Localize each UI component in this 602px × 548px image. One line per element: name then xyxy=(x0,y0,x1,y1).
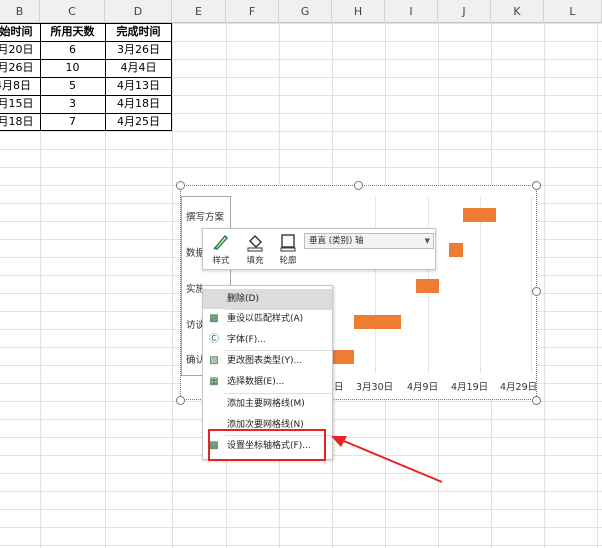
mini-toolbar: 样式 填充 轮廓 垂直 (类别) 轴 ▼ xyxy=(202,228,436,270)
col-header-k[interactable]: K xyxy=(491,0,544,23)
style-label: 样式 xyxy=(212,256,230,266)
spreadsheet-window: B C D E F G H I J K L 始时间 所用天数 完成时间 3月20… xyxy=(0,0,602,548)
x-axis-label: 日 xyxy=(334,382,344,393)
category-label: 撰写方案 xyxy=(186,212,225,223)
selector-value: 垂直 (类别) 轴 xyxy=(309,236,364,246)
resize-handle[interactable] xyxy=(532,181,541,190)
table-cell[interactable]: 4月15日 xyxy=(0,95,40,113)
gantt-bar[interactable] xyxy=(416,279,439,293)
menu-item-select-data[interactable]: ▦ 选择数据(E)... xyxy=(203,372,332,392)
gantt-bar[interactable] xyxy=(333,350,354,364)
menu-item-change-chart-type[interactable]: ▧ 更改图表类型(Y)... xyxy=(203,351,332,371)
menu-item-label: 更改图表类型(Y)... xyxy=(227,356,303,366)
x-axis-label: 4月19日 xyxy=(451,382,489,393)
gantt-bar[interactable] xyxy=(449,243,463,257)
menu-item-add-major-gridlines[interactable]: 添加主要网格线(M) xyxy=(203,394,332,414)
table-cell[interactable]: 4月18日 xyxy=(0,113,40,131)
menu-item-label: 字体(F)... xyxy=(227,335,266,345)
outline-button[interactable]: 轮廓 xyxy=(273,232,303,268)
col-header-c[interactable]: C xyxy=(40,0,105,23)
x-axis-label: 3月30日 xyxy=(356,382,394,393)
table-cell[interactable]: 3月26日 xyxy=(0,59,40,77)
x-axis-label: 4月29日 xyxy=(500,382,538,393)
table-cell[interactable]: 3 xyxy=(40,95,105,113)
col-header-g[interactable]: G xyxy=(279,0,332,23)
chart-type-icon: ▧ xyxy=(209,355,219,366)
gantt-bar[interactable] xyxy=(354,315,401,329)
fill-label: 填充 xyxy=(246,256,264,266)
font-icon: Ⓒ xyxy=(209,334,219,345)
table-cell[interactable]: 4月25日 xyxy=(105,113,172,131)
table-cell[interactable]: 6 xyxy=(40,41,105,59)
col-header-e[interactable]: E xyxy=(172,0,226,23)
col-header-l[interactable]: L xyxy=(544,0,602,23)
table-cell[interactable]: 4月8日 xyxy=(0,77,40,95)
table-cell[interactable]: 4月4日 xyxy=(105,59,172,77)
resize-handle[interactable] xyxy=(532,396,541,405)
annotation-arrow xyxy=(331,436,443,483)
resize-handle[interactable] xyxy=(354,181,363,190)
col-header-h[interactable]: H xyxy=(332,0,385,23)
col-header-i[interactable]: I xyxy=(385,0,438,23)
x-axis-label: 4月9日 xyxy=(407,382,439,393)
col-header-f[interactable]: F xyxy=(226,0,279,23)
header-end-time[interactable]: 完成时间 xyxy=(105,23,172,41)
table-cell[interactable]: 7 xyxy=(40,113,105,131)
resize-handle[interactable] xyxy=(532,287,541,296)
table-cell[interactable]: 3月26日 xyxy=(105,41,172,59)
menu-item-label: 选择数据(E)... xyxy=(227,377,285,387)
table-cell[interactable]: 10 xyxy=(40,59,105,77)
resize-handle[interactable] xyxy=(176,181,185,190)
menu-item-font[interactable]: Ⓒ 字体(F)... xyxy=(203,330,332,350)
gantt-bar[interactable] xyxy=(463,208,496,222)
col-header-b[interactable]: B xyxy=(0,0,40,23)
header-days[interactable]: 所用天数 xyxy=(40,23,105,41)
resize-handle[interactable] xyxy=(176,396,185,405)
select-data-icon: ▦ xyxy=(209,376,219,387)
menu-item-label: 重设以匹配样式(A) xyxy=(227,314,304,324)
header-start-time[interactable]: 始时间 xyxy=(0,23,40,41)
table-cell[interactable]: 3月20日 xyxy=(0,41,40,59)
menu-item-delete[interactable]: 删除(D) xyxy=(203,289,332,309)
outline-label: 轮廓 xyxy=(279,256,297,266)
chevron-down-icon: ▼ xyxy=(424,237,430,245)
reset-style-icon: ▩ xyxy=(209,313,219,324)
column-header-bar: B C D E F G H I J K L xyxy=(0,0,602,23)
col-header-j[interactable]: J xyxy=(438,0,491,23)
style-button[interactable]: 样式 xyxy=(206,232,236,268)
highlight-box xyxy=(208,429,326,461)
table-cell[interactable]: 4月18日 xyxy=(105,95,172,113)
col-header-d[interactable]: D xyxy=(105,0,172,23)
menu-item-label: 添加主要网格线(M) xyxy=(227,399,305,409)
fill-button[interactable]: 填充 xyxy=(240,232,270,268)
table-cell[interactable]: 4月13日 xyxy=(105,77,172,95)
chart-element-selector[interactable]: 垂直 (类别) 轴 ▼ xyxy=(304,233,434,249)
menu-item-label: 删除(D) xyxy=(227,294,259,304)
table-cell[interactable]: 5 xyxy=(40,77,105,95)
menu-item-reset-style[interactable]: ▩ 重设以匹配样式(A) xyxy=(203,309,332,329)
